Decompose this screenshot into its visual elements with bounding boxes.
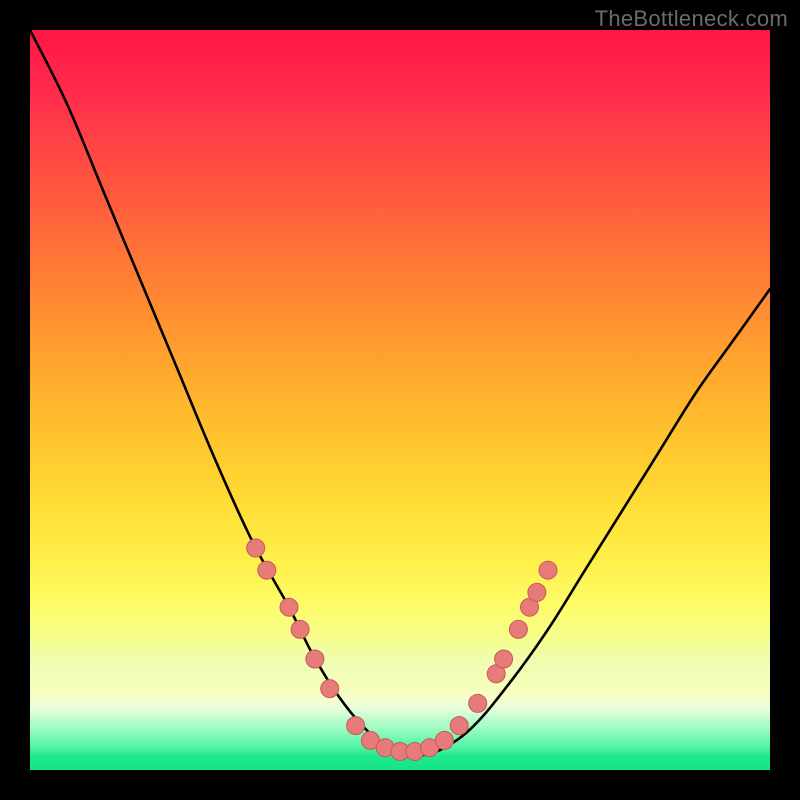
data-dot: [306, 650, 324, 668]
curve-layer: [30, 30, 770, 770]
data-dot: [509, 620, 527, 638]
highlight-band: [30, 658, 770, 722]
bottleneck-curve: [30, 30, 770, 757]
data-dot: [406, 743, 424, 761]
data-dot: [539, 561, 557, 579]
data-dot: [391, 743, 409, 761]
data-dot: [435, 731, 453, 749]
data-dot: [495, 650, 513, 668]
data-dot: [361, 731, 379, 749]
watermark-text: TheBottleneck.com: [595, 6, 788, 32]
data-dot: [280, 598, 298, 616]
chart-frame: TheBottleneck.com: [0, 0, 800, 800]
curve-dots: [247, 539, 557, 761]
data-dot: [469, 694, 487, 712]
data-dot: [487, 665, 505, 683]
plot-area: [30, 30, 770, 770]
data-dot: [291, 620, 309, 638]
data-dot: [528, 583, 546, 601]
data-dot: [258, 561, 276, 579]
data-dot: [347, 717, 365, 735]
baseline-strip: [30, 748, 770, 770]
data-dot: [521, 598, 539, 616]
data-dot: [376, 739, 394, 757]
data-dot: [450, 717, 468, 735]
data-dot: [247, 539, 265, 557]
data-dot: [421, 739, 439, 757]
data-dot: [321, 680, 339, 698]
